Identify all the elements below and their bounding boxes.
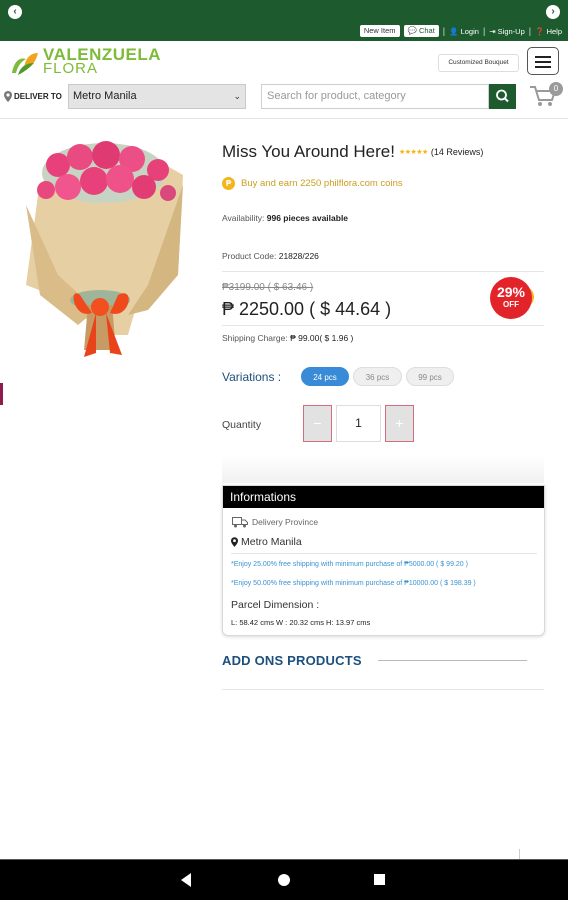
availability-value: 996 pieces available [266,213,349,223]
help-icon: ❓ [535,26,545,36]
leaf-logo-icon [10,47,40,77]
home-icon[interactable] [278,874,290,886]
search-icon [496,89,509,103]
parcel-dimension-value: L: 58.42 cms W : 20.32 cms H: 13.97 cms [231,618,371,627]
menu-bar [535,61,551,63]
delivery-province-value: Metro Manila [241,536,302,548]
variations-label: Variations : [222,370,282,384]
add-ons-heading: ADD ONS PRODUCTS [222,653,362,668]
coins-promo: ₱ Buy and earn 2250 philflora.com coins [222,177,403,190]
chevron-right-icon[interactable]: › [546,5,560,19]
deliver-to-text: DELIVER TO [14,92,62,101]
product-code-label: Product Code: [222,251,277,261]
variation-option-99[interactable]: 99 pcs [406,367,454,386]
customized-bouquet-button[interactable]: Customized Bouquet [438,54,519,72]
product-image[interactable] [18,135,193,360]
signup-link[interactable]: ⇥ Sign-Up [489,27,525,36]
informations-panel: Informations Delivery Province Metro Man… [222,485,545,636]
site-logo[interactable]: VALENZUELA FLORA [10,46,161,77]
divider: | [528,26,532,36]
user-icon: 👤 [449,26,459,36]
chevron-left-icon[interactable]: ‹ [8,5,22,19]
logo-text-line2: FLORA [43,60,99,77]
coin-icon: ₱ [222,177,235,190]
map-pin-icon [4,91,12,102]
coins-text: Buy and earn 2250 philflora.com coins [241,178,403,189]
parcel-dimension-label: Parcel Dimension : [231,599,320,611]
shipping-value: ₱ 99.00( $ 1.96 ) [290,333,354,343]
star-rating-icon: ★★★★★ [398,149,428,156]
top-links: New Item 💬 Chat | 👤 Login | ⇥ Sign-Up | … [359,25,562,37]
login-label: Login [460,26,479,36]
divider: | [482,26,486,36]
free-shipping-promo-2: *Enjoy 50.00% free shipping with minimum… [231,580,476,587]
top-bar: ‹ › New Item 💬 Chat | 👤 Login | ⇥ Sign-U… [0,0,568,41]
divider [222,325,544,326]
deliver-to-value: Metro Manila [73,90,137,102]
delivery-province-value-row: Metro Manila [231,536,302,548]
divider [519,849,520,859]
recent-apps-icon[interactable] [374,874,385,885]
chat-label: Chat [418,26,435,35]
search-input[interactable]: Search for product, category [261,84,489,109]
discount-off-label: OFF [503,300,519,309]
variation-option-24[interactable]: 24 pcs [301,367,349,386]
deliver-to-select[interactable]: Metro Manila ⌄ [68,84,246,109]
product-code: Product Code: 21828/226 [222,251,319,261]
divider [231,553,537,554]
discount-percent: 29% [496,284,526,300]
sale-price: ₱ 2250.00 ( $ 44.64 ) [222,299,392,319]
availability-label: Availability: [222,213,265,223]
signup-label: Sign-Up [497,26,525,36]
heading-rule [378,660,527,661]
back-icon[interactable] [181,873,191,887]
system-nav-bar [0,859,568,900]
delivery-province-label: Delivery Province [252,517,319,527]
quantity-label: Quantity [222,419,262,431]
quantity-increase-button[interactable]: + [385,405,414,442]
discount-badge: 29% OFF [490,277,532,319]
help-label: Help [546,26,562,36]
chevron-down-icon: ⌄ [233,91,241,101]
help-link[interactable]: ❓ Help [535,27,562,36]
chat-icon: 💬 [407,26,417,35]
availability: Availability: 996 pieces available [222,213,348,223]
signin-icon: ⇥ [489,26,496,36]
section-shadow [222,455,544,483]
reviews-link[interactable]: (14 Reviews) [431,147,484,157]
side-accent [0,383,3,405]
shipping-charge: Shipping Charge: ₱ 99.00( $ 1.96 ) [222,333,353,343]
new-item-button[interactable]: New Item [359,25,400,37]
original-price: ₱3199.00 ( $ 63.46 ) [222,282,314,293]
shipping-label: Shipping Charge: [222,333,288,343]
quantity-input[interactable]: 1 [336,405,381,442]
free-shipping-promo-1: *Enjoy 25.00% free shipping with minimum… [231,561,468,568]
login-link[interactable]: 👤 Login [449,27,479,36]
cart-button[interactable]: 0 [528,81,564,111]
variation-option-36[interactable]: 36 pcs [353,367,402,386]
product-title-row: Miss You Around Here! ★★★★★ (14 Reviews) [222,142,483,162]
divider [222,689,544,690]
map-pin-icon [231,537,238,547]
delivery-province-row: Delivery Province [232,516,318,528]
product-code-value: 21828/226 [278,251,319,261]
menu-bar [535,66,551,68]
search-button[interactable] [489,84,516,109]
informations-heading: Informations [223,486,544,508]
deliver-to-label: DELIVER TO [4,91,62,102]
divider: | [442,26,446,36]
cart-count-badge: 0 [549,82,563,96]
chat-button[interactable]: 💬 Chat [403,25,439,37]
divider [222,271,544,272]
truck-icon [232,517,248,528]
quantity-decrease-button[interactable]: − [303,405,332,442]
menu-bar [535,56,551,58]
site-header: VALENZUELA FLORA Customized Bouquet DELI… [0,41,568,119]
product-title: Miss You Around Here! [222,142,395,161]
hamburger-menu-button[interactable] [527,47,559,75]
